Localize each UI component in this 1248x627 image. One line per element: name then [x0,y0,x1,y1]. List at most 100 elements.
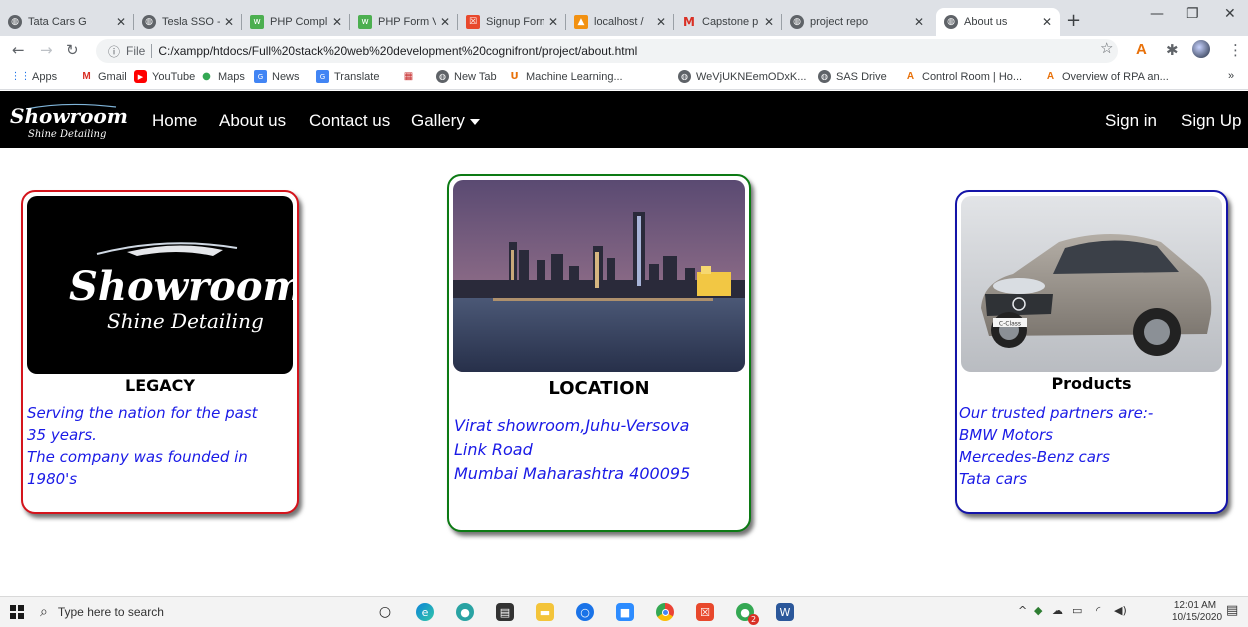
mercedes-car-image: C-Class [961,196,1222,372]
wifi-icon[interactable]: ◜ [1096,604,1100,617]
minimize-button[interactable]: — [1150,6,1164,22]
browser-tab[interactable]: ◍ Tata Cars G ✕ [0,8,134,36]
maps-icon[interactable]: ● [456,603,474,621]
battery-icon[interactable]: ▭ [1072,604,1082,617]
browser-tab[interactable]: ☒ Signup Form ✕ [458,8,566,36]
bookmark-maps[interactable]: ● Maps [200,70,245,83]
file-explorer-icon[interactable]: ▬ [536,603,554,621]
close-tab-icon[interactable]: ✕ [224,15,234,29]
speaker-icon[interactable]: ◀) [1114,604,1127,617]
tab-title: Tesla SSO - [162,16,220,28]
close-tab-icon[interactable]: ✕ [440,15,450,29]
profile-avatar[interactable] [1192,40,1210,58]
translate-icon: G [316,70,329,83]
windows-start-icon[interactable] [10,605,24,619]
tray-chevron-icon[interactable]: ^ [1018,604,1027,617]
cortana-icon[interactable]: ○ [576,603,594,621]
tray-app-icon[interactable]: ◆ [1034,604,1042,617]
extensions-puzzle-icon[interactable]: ✱ [1166,41,1179,59]
legacy-logo-tagline: Shine Detailing [107,309,264,333]
products-title: Products [1051,374,1132,393]
bookmark-wevj[interactable]: ◍ WeVjUKNEemODxK... [678,70,806,83]
bookmark-label: Control Room | Ho... [922,70,1023,83]
bookmarks-overflow-button[interactable]: » [1228,70,1234,82]
globe-icon: ◍ [790,15,804,29]
browser-tab[interactable]: ◍ Tesla SSO - ✕ [134,8,242,36]
nav-signup-link[interactable]: Sign Up [1181,111,1241,131]
edge-browser-icon[interactable]: e [416,603,434,621]
nav-about-link[interactable]: About us [219,111,286,131]
tab-title: PHP Compl [270,16,328,28]
close-tab-icon[interactable]: ✕ [116,15,126,29]
products-card: C-Class Products Our trusted partners ar… [955,190,1228,514]
close-tab-icon[interactable]: ✕ [656,15,666,29]
clock-date: 10/15/2020 [1172,612,1223,623]
tab-title: Capstone p [702,16,759,28]
nav-signin-link[interactable]: Sign in [1105,111,1157,131]
bookmark-label: YouTube [152,70,196,83]
bookmark-app[interactable]: ▦ [402,70,420,83]
automation-anywhere-icon: A [1046,71,1055,82]
url-text[interactable]: C:/xampp/htdocs/Full%20stack%20web%20dev… [158,44,637,58]
bookmark-youtube[interactable]: ▶ YouTube [134,70,195,83]
search-placeholder: Type here to search [57,605,164,619]
address-bar[interactable]: ⓘ File C:/xampp/htdocs/Full%20stack%20we… [96,39,1118,63]
close-tab-icon[interactable]: ✕ [1042,15,1052,29]
nav-gallery-dropdown[interactable]: Gallery [411,111,480,131]
location-text: Virat showroom,Juhu-Versova Link Road Mu… [454,414,690,486]
taskbar-search-box[interactable]: ⌕ Type here to search [40,600,360,624]
nav-contact-link[interactable]: Contact us [309,111,390,131]
chrome-icon[interactable] [656,603,674,621]
close-window-button[interactable]: ✕ [1224,6,1236,22]
bookmark-machine-learning[interactable]: U Machine Learning... [508,70,623,83]
reload-icon[interactable]: ↻ [66,41,79,59]
forward-arrow-icon[interactable]: → [40,41,53,59]
tab-title: About us [964,16,1008,28]
browser-tab[interactable]: M Capstone p ✕ [674,8,782,36]
notifications-icon[interactable]: ▤ [1226,603,1238,618]
browser-tab[interactable]: ▲ localhost / ✕ [566,8,674,36]
browser-tab[interactable]: w PHP Form V ✕ [350,8,458,36]
close-tab-icon[interactable]: ✕ [332,15,342,29]
restore-button[interactable]: ❐ [1186,6,1199,22]
bookmark-gmail[interactable]: M Gmail [80,70,126,83]
close-tab-icon[interactable]: ✕ [548,15,558,29]
tab-title: project repo [810,16,869,28]
showroom-logo[interactable]: Showroom Shine Detailing [6,99,140,143]
taskbar-clock[interactable]: 12:01 AM 10/15/2020 [1172,600,1223,624]
back-arrow-icon[interactable]: ← [12,41,25,59]
nav-home-link[interactable]: Home [152,111,197,131]
info-icon[interactable]: ⓘ [108,43,120,60]
automation-anywhere-extension-icon[interactable]: A [1136,41,1147,58]
bookmark-news[interactable]: G News [254,70,300,83]
new-tab-button[interactable]: + [1066,10,1081,31]
bookmark-label: Machine Learning... [526,70,623,83]
form-app-icon[interactable]: ☒ [696,603,714,621]
bookmark-control-room[interactable]: A Control Room | Ho... [904,70,1022,83]
bookmark-translate[interactable]: G Translate [316,70,379,83]
close-tab-icon[interactable]: ✕ [764,15,774,29]
location-line: Mumbai Maharashtra 400095 [454,464,691,483]
products-line: Our trusted partners are:- [959,404,1154,422]
menu-kebab-icon[interactable]: ⋮ [1228,41,1243,59]
bookmark-star-icon[interactable]: ☆ [1100,39,1113,57]
products-line: Mercedes-Benz cars [959,448,1110,466]
close-tab-icon[interactable]: ✕ [914,15,924,29]
search-icon: ⌕ [40,604,48,620]
bookmark-apps[interactable]: ⋮⋮ Apps [11,70,58,83]
zoom-icon[interactable]: ■ [616,603,634,621]
onedrive-cloud-icon[interactable]: ☁ [1052,604,1063,617]
task-view-icon[interactable]: ○ [376,603,394,621]
browser-tab-active[interactable]: ◍ About us ✕ [936,8,1060,36]
browser-tab[interactable]: w PHP Compl ✕ [242,8,350,36]
bookmark-rpa-overview[interactable]: A Overview of RPA an... [1044,70,1169,83]
bookmark-sas-drive[interactable]: ◍ SAS Drive [818,70,887,83]
word-icon[interactable]: W [776,603,794,621]
tab-title: PHP Form V [378,16,436,28]
maps-pin-icon: ● [202,71,211,82]
whatsapp-icon[interactable]: ● 2 [736,603,759,625]
w3-icon: w [358,15,372,29]
browser-tab[interactable]: ◍ project repo ✕ [782,8,932,36]
store-icon[interactable]: ▤ [496,603,514,621]
bookmark-new-tab[interactable]: ◍ New Tab [436,70,497,83]
